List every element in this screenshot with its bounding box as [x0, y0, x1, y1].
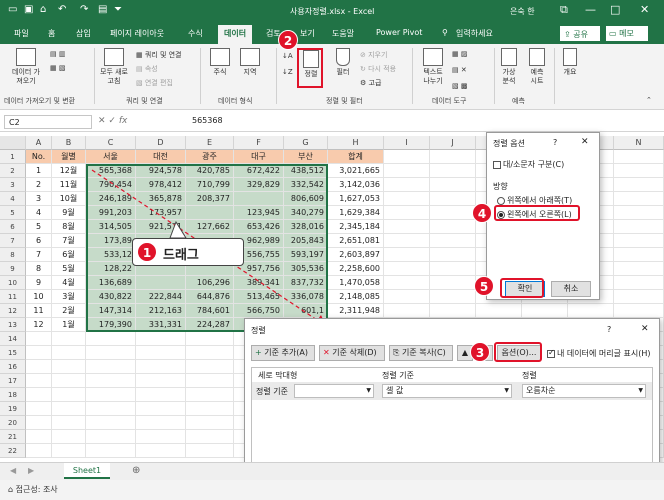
checkbox-icon [493, 160, 501, 169]
ok-button-highlight [500, 278, 544, 298]
close-icon[interactable]: ✕ [581, 137, 589, 147]
left-to-right-highlight [494, 205, 580, 221]
case-sensitive-checkbox[interactable]: 대/소문자 구분(C) [493, 159, 564, 170]
sheet-tab-sheet1[interactable]: Sheet1 [64, 463, 110, 479]
dialog-title: 정렬 옵션 [493, 139, 525, 148]
plus-icon: + [255, 348, 265, 357]
help-icon[interactable]: ? [553, 138, 557, 147]
drag-callout: 1 드래그 [132, 238, 244, 266]
column-header-order: 정렬 [522, 371, 537, 380]
header-checkbox[interactable]: 내 데이터에 머리글 표시(H) [547, 348, 651, 359]
sheet-tabs-bar: ◀ ▶ Sheet1 ⊕ [0, 462, 664, 480]
row-label: 정렬 기준 [256, 387, 288, 396]
column-header-row: 세로 막대형 [258, 371, 298, 380]
step-badge-5: 5 [474, 276, 494, 296]
step-badge-3: 3 [470, 342, 490, 362]
next-sheet-icon[interactable]: ▶ [28, 466, 34, 475]
direction-label: 방향 [493, 182, 508, 191]
chevron-down-icon: ▼ [504, 387, 509, 394]
accessibility-icon: ⌂ [8, 485, 16, 494]
dialog-title: 정렬 [251, 326, 266, 335]
copy-level-button[interactable]: ⎘ 기준 복사(C) [389, 345, 453, 361]
add-level-button[interactable]: + 기준 추가(A) [251, 345, 315, 361]
copy-icon: ⎘ [393, 348, 402, 357]
close-icon[interactable]: ✕ [641, 324, 649, 334]
cancel-button[interactable]: 취소 [551, 281, 591, 297]
checkbox-checked-icon [547, 348, 555, 358]
row-select[interactable]: ▼ [294, 384, 374, 398]
chevron-down-icon: ▼ [638, 387, 643, 394]
delete-level-button[interactable]: ✕ 기준 삭제(D) [319, 345, 385, 361]
options-button-highlight [494, 342, 542, 362]
help-icon[interactable]: ? [607, 325, 611, 334]
step-badge-2: 2 [278, 30, 298, 50]
status-bar: ⌂ 접근성: 조사 [0, 480, 664, 500]
sort-level-row[interactable]: 정렬 기준 ▼ 셀 값 ▼ 오름차순 ▼ [252, 382, 652, 400]
callout-pointer [169, 220, 187, 239]
drag-label: 드래그 [163, 248, 199, 263]
step-badge-1: 1 [137, 242, 157, 262]
sort-levels-list: 세로 막대형 정렬 기준 정렬 정렬 기준 ▼ 셀 값 ▼ 오름차순 ▼ [251, 367, 653, 465]
prev-sheet-icon[interactable]: ◀ [10, 466, 16, 475]
radio-icon [497, 196, 505, 205]
step-badge-4: 4 [472, 203, 492, 223]
status-area: ◀ ▶ Sheet1 ⊕ ⌂ 접근성: 조사 [0, 462, 664, 500]
sort-button-highlight [297, 48, 323, 88]
arrow-up-icon: ▲ [461, 348, 469, 357]
delete-icon: ✕ [323, 348, 333, 357]
chevron-down-icon: ▼ [366, 387, 371, 394]
sort-on-select[interactable]: 셀 값 ▼ [382, 384, 512, 398]
add-sheet-icon[interactable]: ⊕ [132, 465, 140, 476]
order-select[interactable]: 오름차순 ▼ [522, 384, 646, 398]
column-header-sorton: 정렬 기준 [382, 371, 414, 380]
